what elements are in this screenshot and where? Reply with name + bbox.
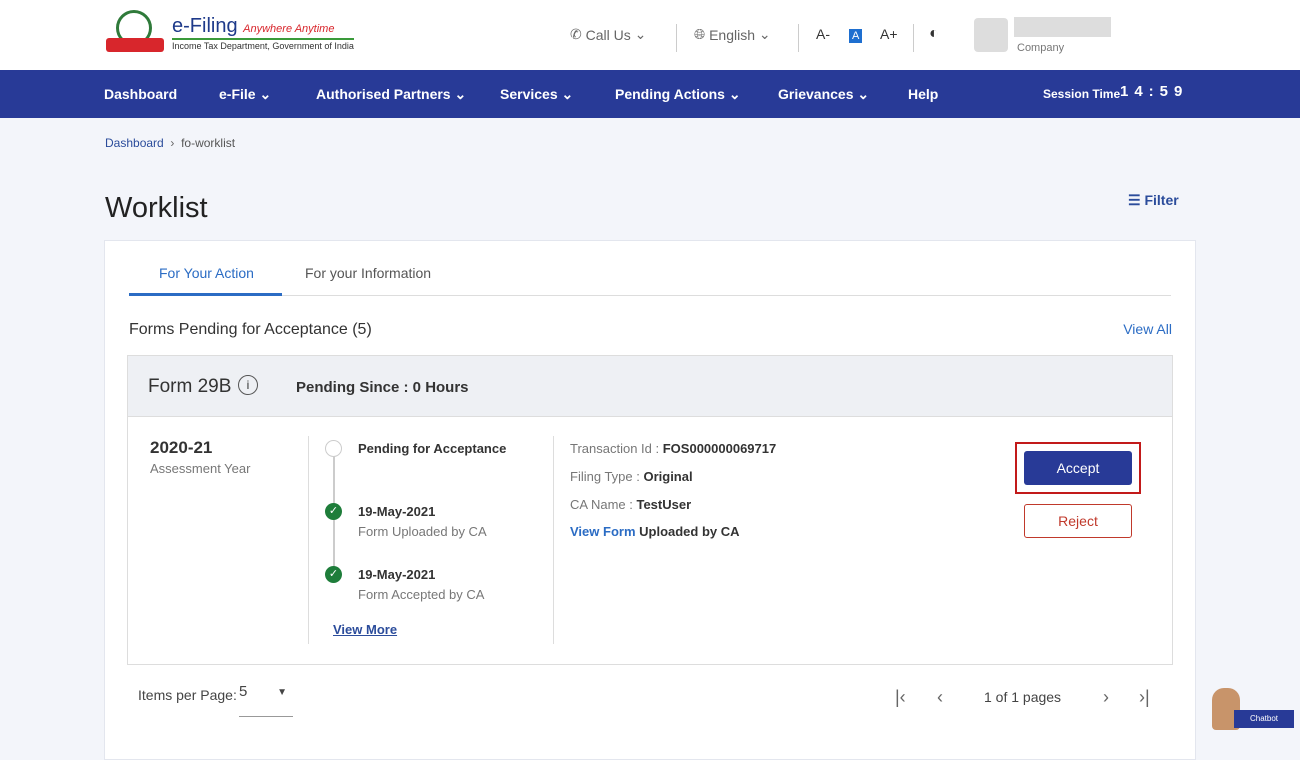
last-page-icon[interactable]: ›|	[1139, 687, 1150, 708]
nav-dashboard[interactable]: Dashboard	[104, 86, 177, 102]
worklist-panel: For Your Action For your Information For…	[104, 240, 1196, 760]
language-dropdown[interactable]: 🌐︎ English ⌄	[694, 26, 771, 43]
section-title: Forms Pending for Acceptance (5)	[129, 321, 372, 339]
info-icon[interactable]: i	[238, 375, 258, 395]
timeline-title: Pending for Acceptance	[358, 441, 506, 456]
items-per-page-label: Items per Page:	[138, 687, 237, 703]
filter-icon: ☰	[1128, 192, 1141, 208]
pending-circle-icon	[325, 440, 342, 457]
next-page-icon[interactable]: ›	[1103, 687, 1109, 708]
session-time: 14:59	[1120, 83, 1188, 100]
reject-button[interactable]: Reject	[1024, 504, 1132, 538]
globe-icon: 🌐︎	[694, 26, 705, 43]
efiling-logo[interactable]: e-Filing Anywhere Anytime Income Tax Dep…	[104, 10, 354, 56]
timeline-sub: Form Uploaded by CA	[358, 524, 487, 539]
user-type: Company	[1017, 42, 1064, 54]
first-page-icon[interactable]: |‹	[895, 687, 906, 708]
logo-tagline: Anywhere Anytime	[243, 23, 334, 35]
filing-label: Filing Type :	[570, 469, 643, 484]
tab-for-your-action[interactable]: For Your Action	[159, 265, 254, 281]
timeline-title: 19-May-2021	[358, 504, 435, 519]
breadcrumb-dashboard[interactable]: Dashboard	[105, 136, 164, 150]
logo-title: e-Filing	[172, 15, 238, 37]
ca-label: CA Name :	[570, 497, 636, 512]
prev-page-icon[interactable]: ‹	[937, 687, 943, 708]
transaction-label: Transaction Id :	[570, 441, 663, 456]
page-info: 1 of 1 pages	[984, 689, 1061, 705]
check-icon: ✓	[325, 503, 342, 520]
assessment-year: 2020-21	[150, 438, 212, 458]
logo-sub: Income Tax Department, Government of Ind…	[172, 38, 354, 51]
breadcrumb: Dashboard › fo-worklist	[105, 136, 235, 150]
view-all-link[interactable]: View All	[1123, 321, 1172, 337]
chatbot-button[interactable]: Chatbot	[1212, 688, 1294, 732]
font-increase-button[interactable]: A+	[880, 26, 898, 42]
transaction-id: FOS000000069717	[663, 441, 776, 456]
session-label: Session Time	[1043, 87, 1120, 101]
call-us-label: Call Us	[586, 27, 631, 43]
timeline-title: 19-May-2021	[358, 567, 435, 582]
page-title: Worklist	[105, 192, 208, 225]
items-per-page-select[interactable]: 5▼	[239, 683, 293, 717]
ca-name: TestUser	[636, 497, 691, 512]
avatar[interactable]	[974, 18, 1008, 52]
breadcrumb-current: fo-worklist	[181, 136, 235, 150]
nav-grievances[interactable]: Grievances ⌄	[778, 86, 869, 103]
user-name-redacted	[1014, 17, 1111, 37]
emblem-icon	[104, 10, 166, 56]
top-header: e-Filing Anywhere Anytime Income Tax Dep…	[0, 0, 1300, 70]
nav-pending-actions[interactable]: Pending Actions ⌄	[615, 86, 741, 103]
filter-button[interactable]: ☰ Filter	[1128, 192, 1179, 209]
form-card: Form 29B i Pending Since : 0 Hours 2020-…	[127, 355, 1173, 665]
caret-down-icon: ▼	[277, 687, 287, 698]
nav-help[interactable]: Help	[908, 86, 938, 102]
nav-services[interactable]: Services ⌄	[500, 86, 573, 103]
assessment-year-label: Assessment Year	[150, 461, 250, 476]
timeline-sub: Form Accepted by CA	[358, 587, 484, 602]
accept-button[interactable]: Accept	[1024, 451, 1132, 485]
chatbot-label: Chatbot	[1234, 710, 1294, 728]
font-decrease-button[interactable]: A-	[816, 26, 830, 42]
nav-authorised-partners[interactable]: Authorised Partners ⌄	[316, 86, 466, 103]
view-form-link[interactable]: View Form	[570, 524, 636, 539]
phone-icon: ✆	[570, 26, 582, 43]
form-name: Form 29B	[148, 376, 231, 398]
pending-since: Pending Since : 0 Hours	[296, 379, 469, 396]
language-label: English	[709, 27, 755, 43]
tab-for-your-information[interactable]: For your Information	[305, 265, 431, 281]
chevron-down-icon: ⌄	[635, 26, 647, 43]
filing-type: Original	[643, 469, 692, 484]
main-nav: Dashboard e-File ⌄ Authorised Partners ⌄…	[0, 70, 1300, 118]
contrast-icon[interactable]: ◐	[929, 25, 939, 43]
view-more-link[interactable]: View More	[333, 622, 397, 637]
chevron-down-icon: ⌄	[759, 26, 771, 43]
nav-efile[interactable]: e-File ⌄	[219, 86, 271, 103]
uploaded-label: Uploaded by CA	[636, 524, 740, 539]
font-default-button[interactable]: A	[849, 29, 862, 43]
check-icon: ✓	[325, 566, 342, 583]
call-us-dropdown[interactable]: ✆ Call Us ⌄	[570, 26, 646, 43]
